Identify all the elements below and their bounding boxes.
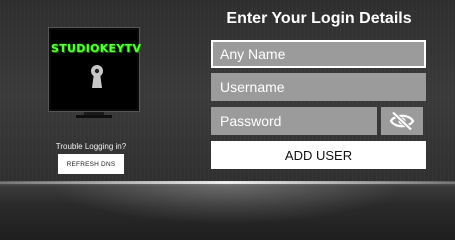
trouble-logging-text: Trouble Logging in? (55, 142, 127, 151)
eye-slash-icon (389, 111, 415, 131)
tv-screen: STUDIOKEYTV (51, 30, 142, 109)
password-input[interactable] (211, 107, 377, 135)
tv-logo: STUDIOKEYTV (48, 27, 142, 112)
toggle-password-visibility-button[interactable] (381, 107, 423, 135)
add-user-button[interactable]: ADD USER (211, 141, 426, 169)
username-input[interactable] (211, 73, 426, 101)
floor-glow (50, 184, 405, 224)
tv-base (76, 115, 112, 118)
refresh-dns-button[interactable]: REFRESH DNS (58, 154, 124, 174)
page-title: Enter Your Login Details (226, 10, 412, 27)
any-name-input[interactable] (211, 40, 426, 68)
brand-logo-text: STUDIOKEYTV (51, 42, 142, 55)
keyhole-icon (91, 65, 103, 88)
